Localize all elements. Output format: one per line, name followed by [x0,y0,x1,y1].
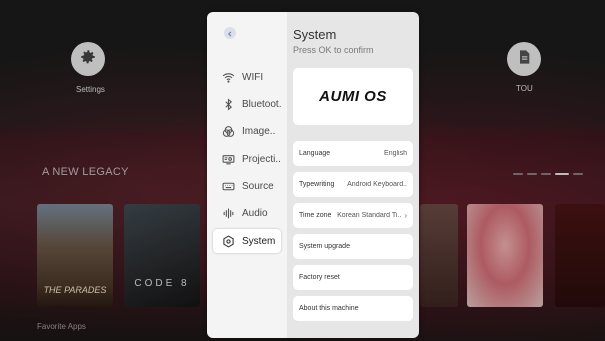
row-label: Time zone [299,212,332,219]
typewriting-row[interactable]: Typewriting Android Keyboard.. [293,172,413,197]
menu-item-label: Projecti.. [242,153,281,165]
keyboard-icon [220,179,236,195]
menu-item-label: Image.. [242,126,276,138]
about-machine-row[interactable]: About this machine [293,296,413,321]
menu-item-bluetooth[interactable]: Bluetoot.. [213,92,281,116]
settings-menu-pane: WIFI Bluetoot.. Image.. Projecti.. Sourc… [207,12,287,338]
settings-menu: WIFI Bluetoot.. Image.. Projecti.. Sourc… [213,65,281,257]
chevron-right-icon: › [404,211,407,220]
bluetooth-icon [220,96,236,112]
os-logo-card: AUMI OS [293,68,413,125]
menu-item-label: Source [242,181,274,193]
menu-item-label: Audio [242,208,268,220]
menu-item-label: WIFI [242,71,264,83]
language-row[interactable]: Language English [293,141,413,166]
back-button[interactable] [224,27,236,39]
menu-item-label: System [242,235,276,247]
projector-icon [220,151,236,167]
menu-item-system[interactable]: System [213,229,281,254]
chevron-left-icon [227,24,233,42]
page-subtitle: Press OK to confirm [293,45,374,55]
menu-item-audio[interactable]: Audio [213,202,281,226]
row-value: Korean Standard Ti.. [337,212,402,219]
row-label: Language [299,150,331,157]
system-gear-icon [220,233,236,249]
row-label: Factory reset [299,274,340,281]
wifi-icon [220,69,236,85]
factory-reset-row[interactable]: Factory reset [293,265,413,290]
row-label: System upgrade [299,243,350,250]
menu-item-image[interactable]: Image.. [213,120,281,144]
page-title: System [293,27,337,42]
time-zone-row[interactable]: Time zone Korean Standard Ti.. › [293,203,413,228]
row-value: English [384,150,407,157]
settings-dialog: WIFI Bluetoot.. Image.. Projecti.. Sourc… [207,12,419,338]
palette-icon [220,124,236,140]
os-logo-text: AUMI OS [319,88,387,105]
system-upgrade-row[interactable]: System upgrade [293,234,413,259]
menu-item-wifi[interactable]: WIFI [213,65,281,89]
row-label: About this machine [299,305,359,312]
row-label: Typewriting [299,181,335,188]
system-settings-pane: System Press OK to confirm AUMI OS Langu… [287,12,419,338]
menu-item-projection[interactable]: Projecti.. [213,147,281,171]
menu-item-source[interactable]: Source [213,175,281,199]
menu-item-label: Bluetoot.. [242,98,281,110]
row-value: Android Keyboard.. [347,181,407,188]
audio-bars-icon [220,206,236,222]
